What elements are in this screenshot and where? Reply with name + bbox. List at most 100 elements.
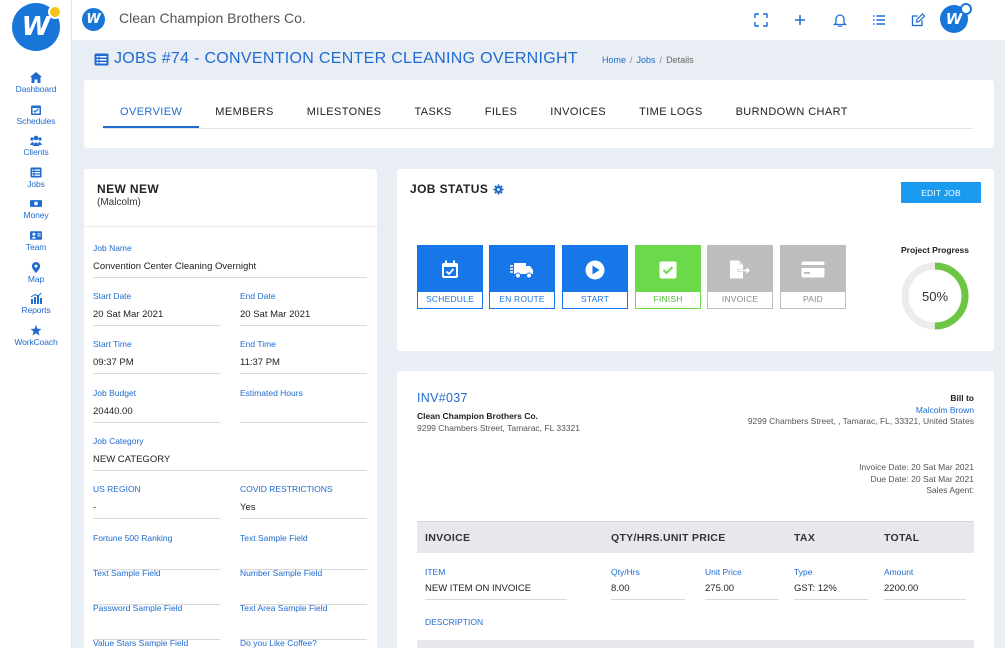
- field-label: Text Area Sample Field: [240, 603, 328, 613]
- cell-label: Amount: [884, 567, 914, 577]
- checkbox-icon: [659, 261, 677, 278]
- field-label: Job Budget: [93, 388, 137, 398]
- start-time-field: Start Time 09:37 PM: [93, 339, 220, 374]
- sidebar-item-label: WorkCoach: [14, 336, 58, 347]
- edit-icon[interactable]: [911, 13, 925, 27]
- tab-time-logs[interactable]: TIME LOGS: [639, 100, 703, 128]
- progress-ring: 50%: [901, 262, 969, 330]
- field-label: End Time: [240, 339, 276, 349]
- tab-milestones[interactable]: MILESTONES: [307, 100, 382, 128]
- job-details-card: NEW NEW (Malcolm) Job Name Convention Ce…: [84, 169, 377, 648]
- bill-to-label: Bill to: [950, 393, 974, 403]
- job-name-field: Job Name Convention Center Cleaning Over…: [93, 243, 367, 278]
- field-label: Number Sample Field: [240, 568, 323, 578]
- tab-bar: OVERVIEW MEMBERS MILESTONES TASKS FILES …: [103, 100, 973, 129]
- invoice-number[interactable]: INV#037: [417, 391, 468, 405]
- sidebar-item-label: Team: [25, 241, 47, 252]
- sidebar-item-reports[interactable]: Reports: [0, 291, 72, 323]
- stage-invoice-button[interactable]: INVOICE: [707, 245, 773, 309]
- field-label: US REGION: [93, 484, 141, 494]
- field-value: Yes: [240, 502, 367, 519]
- stage-en-route-button[interactable]: EN ROUTE: [489, 245, 555, 309]
- details-name: NEW NEW: [97, 182, 160, 196]
- company-name: Clean Champion Brothers Co.: [119, 10, 306, 26]
- breadcrumb-home[interactable]: Home: [602, 55, 626, 65]
- field-label: Job Name: [93, 243, 132, 253]
- stage-finish-button[interactable]: FINISH: [635, 245, 701, 309]
- bill-to: Bill to Malcolm Brown 9299 Chambers Stre…: [734, 393, 974, 428]
- sidebar: W Dashboard Schedules Clients Jobs Money…: [0, 0, 72, 648]
- cell-label: Unit Price: [705, 567, 742, 577]
- page-title-text: JOBS #74 - CONVENTION CENTER CLEANING OV…: [114, 50, 578, 67]
- sidebar-item-team[interactable]: Team: [0, 228, 72, 260]
- cell-value: NEW ITEM ON INVOICE: [425, 583, 567, 600]
- qty-cell: Qty/Hrs 8.00: [611, 567, 685, 600]
- clients-icon: [30, 135, 42, 147]
- text-sample-field: Text Sample Field: [240, 533, 367, 570]
- tab-files[interactable]: FILES: [485, 100, 518, 128]
- tab-tasks[interactable]: TASKS: [414, 100, 451, 128]
- sidebar-item-schedules[interactable]: Schedules: [0, 102, 72, 134]
- map-pin-icon: [31, 261, 41, 273]
- us-region-field: US REGION -: [93, 484, 220, 519]
- invoice-table-header: INVOICE QTY/HRS.UNIT PRICE TAX TOTAL: [417, 521, 974, 553]
- due-date-label: Due Date:: [870, 473, 909, 484]
- stage-start-button[interactable]: START: [562, 245, 628, 309]
- avatar[interactable]: W: [940, 3, 972, 33]
- tab-overview[interactable]: OVERVIEW: [103, 100, 200, 128]
- stage-label: PAID: [781, 292, 845, 308]
- stage-label: INVOICE: [708, 292, 772, 308]
- fullscreen-icon[interactable]: [754, 13, 768, 27]
- item-cell: ITEM NEW ITEM ON INVOICE: [425, 567, 567, 600]
- gear-icon[interactable]: [493, 183, 504, 195]
- menu-list-icon[interactable]: [872, 13, 886, 27]
- w-logo-icon[interactable]: W: [12, 3, 62, 51]
- column-header-tax: TAX: [794, 532, 816, 544]
- bell-icon[interactable]: [833, 13, 847, 27]
- job-status-title: JOB STATUS: [410, 182, 504, 196]
- tab-members[interactable]: MEMBERS: [215, 100, 273, 128]
- sidebar-item-dashboard[interactable]: Dashboard: [0, 70, 72, 102]
- cell-label: ITEM: [425, 567, 446, 577]
- stage-label: EN ROUTE: [490, 292, 554, 308]
- sales-agent-label: Sales Agent:: [926, 485, 974, 495]
- stage-label: START: [563, 292, 627, 308]
- tax-type-cell: Type GST: 12%: [794, 567, 868, 600]
- job-budget-field: Job Budget 20440.00: [93, 388, 220, 423]
- sidebar-item-label: Dashboard: [15, 84, 57, 94]
- fortune-500-field: Fortune 500 Ranking: [93, 533, 220, 570]
- breadcrumb: Home / Jobs / Details: [602, 55, 694, 65]
- end-time-field: End Time 11:37 PM: [240, 339, 367, 374]
- column-header-qty-price: QTY/HRS.UNIT PRICE: [611, 532, 726, 544]
- stage-paid-button[interactable]: PAID: [780, 245, 846, 309]
- edit-job-button[interactable]: EDIT JOB: [901, 182, 981, 203]
- sidebar-item-workcoach[interactable]: WorkCoach: [0, 323, 72, 355]
- field-label: Start Date: [93, 291, 132, 301]
- sidebar-item-money[interactable]: Money: [0, 196, 72, 228]
- stage-schedule-button[interactable]: SCHEDULE: [417, 245, 483, 309]
- tab-burndown-chart[interactable]: BURNDOWN CHART: [736, 100, 848, 128]
- money-icon: [30, 200, 42, 208]
- truck-icon: [510, 262, 533, 278]
- field-label: Start Time: [93, 339, 132, 349]
- field-label: End Date: [240, 291, 276, 301]
- invoice-date-label: Invoice Date:: [859, 462, 909, 472]
- field-label: COVID RESTRICTIONS: [240, 484, 333, 494]
- coffee-field: Do you Like Coffee?: [240, 638, 367, 648]
- plus-icon[interactable]: [793, 13, 807, 27]
- sidebar-item-label: Jobs: [27, 178, 45, 189]
- sidebar-item-label: Schedules: [16, 115, 56, 126]
- breadcrumb-jobs[interactable]: Jobs: [637, 55, 656, 65]
- bill-to-name[interactable]: Malcolm Brown: [734, 405, 974, 417]
- unit-price-cell: Unit Price 275.00: [705, 567, 779, 600]
- sidebar-item-clients[interactable]: Clients: [0, 133, 72, 165]
- chart-icon: [30, 293, 42, 305]
- column-header-invoice: INVOICE: [425, 532, 471, 544]
- column-header-total: TOTAL: [884, 532, 920, 544]
- sidebar-item-map[interactable]: Map: [0, 260, 72, 292]
- sidebar-item-label: Money: [23, 210, 49, 221]
- sidebar-item-jobs[interactable]: Jobs: [0, 165, 72, 197]
- w-logo-icon[interactable]: W: [82, 8, 105, 31]
- tab-invoices[interactable]: INVOICES: [550, 100, 606, 128]
- field-label: Text Sample Field: [93, 568, 161, 578]
